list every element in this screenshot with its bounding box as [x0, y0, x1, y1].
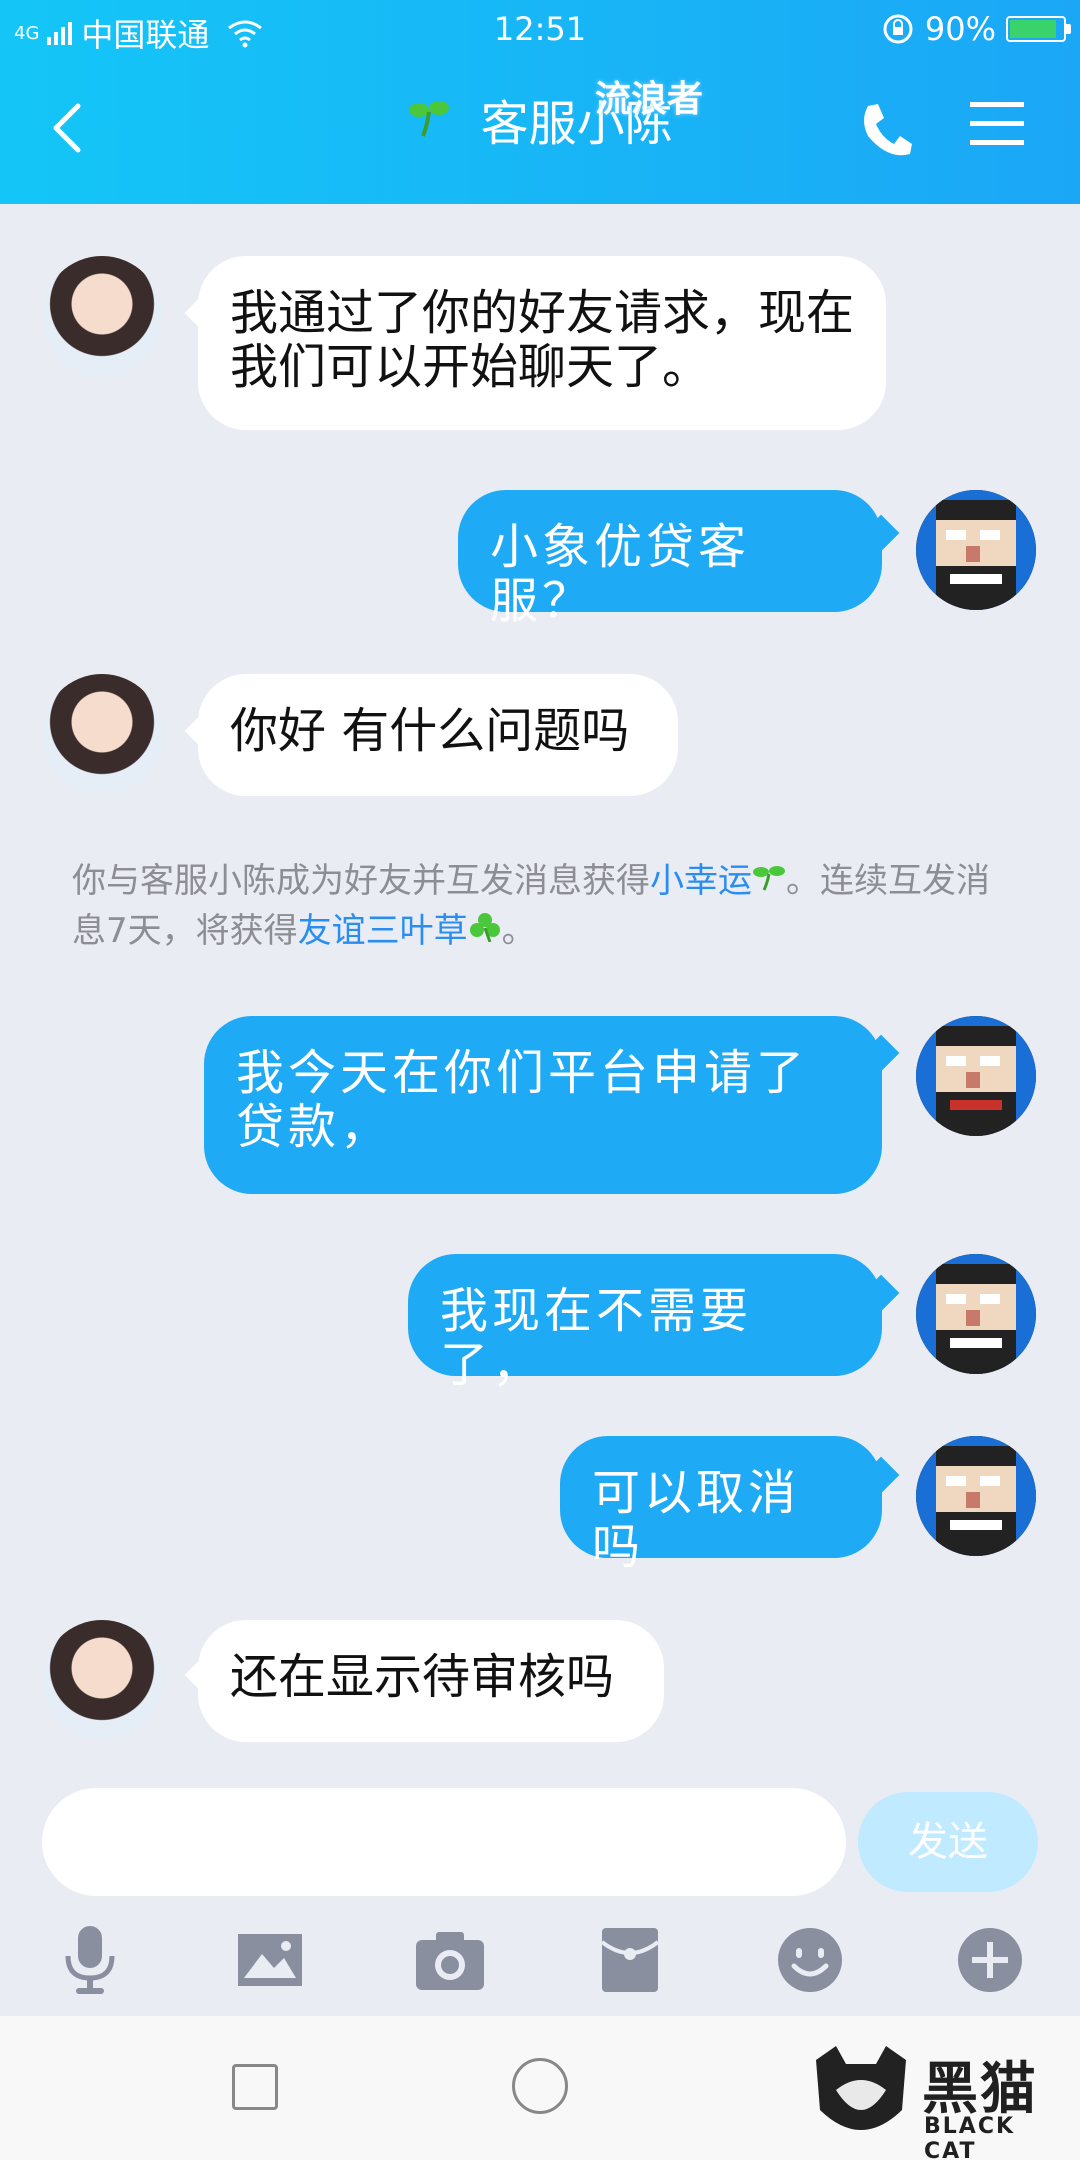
plus-icon[interactable]	[950, 1920, 1030, 2000]
contact-avatar[interactable]	[42, 674, 162, 794]
lucky-link[interactable]: 小幸运	[650, 861, 752, 901]
clover-icon	[469, 913, 500, 943]
contact-avatar[interactable]	[42, 256, 162, 376]
chat-title: 客服小陈	[0, 84, 1080, 154]
message-input[interactable]	[42, 1788, 846, 1896]
red-packet-icon[interactable]	[590, 1920, 670, 2000]
camera-icon[interactable]	[410, 1920, 490, 2000]
sprout-icon	[409, 101, 450, 137]
contact-avatar[interactable]	[42, 1620, 162, 1740]
notice-text: 你与客服小陈成为好友并互发消息获得	[72, 861, 650, 901]
battery-percent: 90%	[924, 10, 996, 48]
composer-toolbar	[0, 1920, 1080, 2000]
send-button[interactable]: 发送	[858, 1792, 1038, 1892]
clover-link[interactable]: 友谊三叶草	[298, 911, 468, 951]
phone-icon[interactable]	[858, 100, 912, 160]
chat-header: 4G 中国联通 12:51 90% 客服小陈 流浪者	[0, 0, 1080, 204]
black-cat-en: BLACK CAT	[924, 2114, 1016, 2160]
message-outgoing[interactable]: 可以取消吗	[560, 1436, 882, 1574]
battery-icon	[1006, 16, 1071, 42]
cartoon-avatar-icon	[916, 490, 1036, 610]
cartoon-avatar-icon	[916, 1254, 1036, 1374]
message-outgoing[interactable]: 我今天在你们平台申请了贷款，	[204, 1016, 882, 1194]
message-incoming[interactable]: 我通过了你的好友请求，现在我们可以开始聊天了。	[198, 256, 886, 430]
cartoon-avatar-icon	[916, 1016, 1036, 1136]
my-avatar[interactable]	[916, 1016, 1036, 1136]
home-button[interactable]	[512, 2058, 568, 2114]
black-cat-cn: 黑猫	[922, 2057, 1038, 2122]
message-text: 我今天在你们平台申请了贷款，	[236, 1045, 809, 1155]
cartoon-avatar-icon	[916, 1436, 1036, 1556]
message-incoming[interactable]: 你好 有什么问题吗	[198, 674, 678, 796]
notice-text: 。	[501, 911, 536, 951]
message-incoming[interactable]: 还在显示待审核吗	[198, 1620, 664, 1742]
message-text: 小象优贷客服？	[490, 519, 751, 629]
image-icon[interactable]	[230, 1920, 310, 2000]
message-outgoing[interactable]: 小象优贷客服？	[458, 490, 882, 628]
message-text: 你好 有什么问题吗	[230, 703, 630, 759]
message-text: 我现在不需要了，	[440, 1283, 753, 1393]
message-outgoing[interactable]: 我现在不需要了，	[408, 1254, 882, 1392]
title-watermark: 流浪者	[595, 79, 704, 120]
my-avatar[interactable]	[916, 490, 1036, 610]
black-cat-watermark: 黑猫 BLACK CAT	[806, 2040, 1076, 2160]
recents-button[interactable]	[232, 2064, 278, 2110]
message-text: 我通过了你的好友请求，现在我们可以开始聊天了。	[230, 285, 855, 395]
sprout-icon	[753, 866, 785, 891]
my-avatar[interactable]	[916, 1254, 1036, 1374]
status-bar: 4G 中国联通 12:51 90%	[0, 0, 1080, 56]
my-avatar[interactable]	[916, 1436, 1036, 1556]
rotation-lock-icon	[883, 14, 913, 44]
microphone-icon[interactable]	[50, 1920, 130, 2000]
emoji-icon[interactable]	[770, 1920, 850, 2000]
black-cat-logo-icon	[816, 2046, 906, 2130]
menu-icon[interactable]	[970, 100, 1024, 148]
friendship-notice: 你与客服小陈成为好友并互发消息获得小幸运 。连续互发消息7天，将获得友谊三叶草。	[72, 856, 1012, 956]
message-text: 可以取消吗	[592, 1465, 801, 1575]
message-text: 还在显示待审核吗	[230, 1649, 615, 1705]
